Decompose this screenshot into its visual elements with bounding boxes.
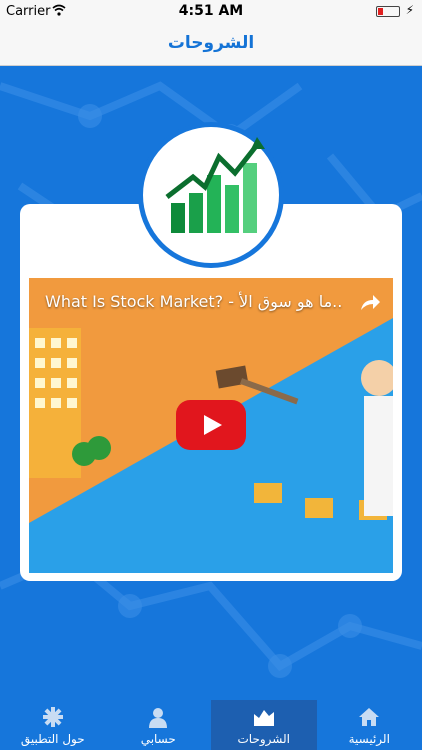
tab-bar: حول التطبيق حسابي الشروحات الرئيسية xyxy=(0,700,422,750)
chart-icon xyxy=(253,710,274,726)
share-icon[interactable] xyxy=(359,292,381,312)
tab-about[interactable]: حول التطبيق xyxy=(0,700,106,750)
tab-about-label: حول التطبيق xyxy=(20,732,85,746)
clock: 4:51 AM xyxy=(178,3,244,19)
info-icon xyxy=(42,707,63,727)
video-player[interactable]: What Is Stock Market? - ما هو سوق الأ.. xyxy=(29,278,393,573)
tab-home-label: الرئيسية xyxy=(348,732,390,746)
user-icon xyxy=(149,708,168,728)
play-button[interactable] xyxy=(176,400,246,450)
battery-icon xyxy=(376,6,400,17)
tab-account-label: حسابي xyxy=(140,732,176,746)
video-title: What Is Stock Market? - ما هو سوق الأ.. xyxy=(45,292,343,311)
tab-tutorials-label: الشروحات xyxy=(237,732,290,746)
tab-tutorials[interactable]: الشروحات xyxy=(211,700,317,750)
home-icon xyxy=(359,708,380,726)
bar-chart-icon xyxy=(165,137,265,233)
status-bar: Carrier 4:51 AM ⚡ xyxy=(0,0,422,22)
tab-account[interactable]: حسابي xyxy=(106,700,212,750)
charging-icon: ⚡ xyxy=(405,3,414,17)
tab-home[interactable]: الرئيسية xyxy=(317,700,422,750)
page-title: الشروحات xyxy=(167,33,255,53)
navigation-bar: الشروحات xyxy=(0,22,422,66)
stock-chart-logo xyxy=(138,122,284,268)
